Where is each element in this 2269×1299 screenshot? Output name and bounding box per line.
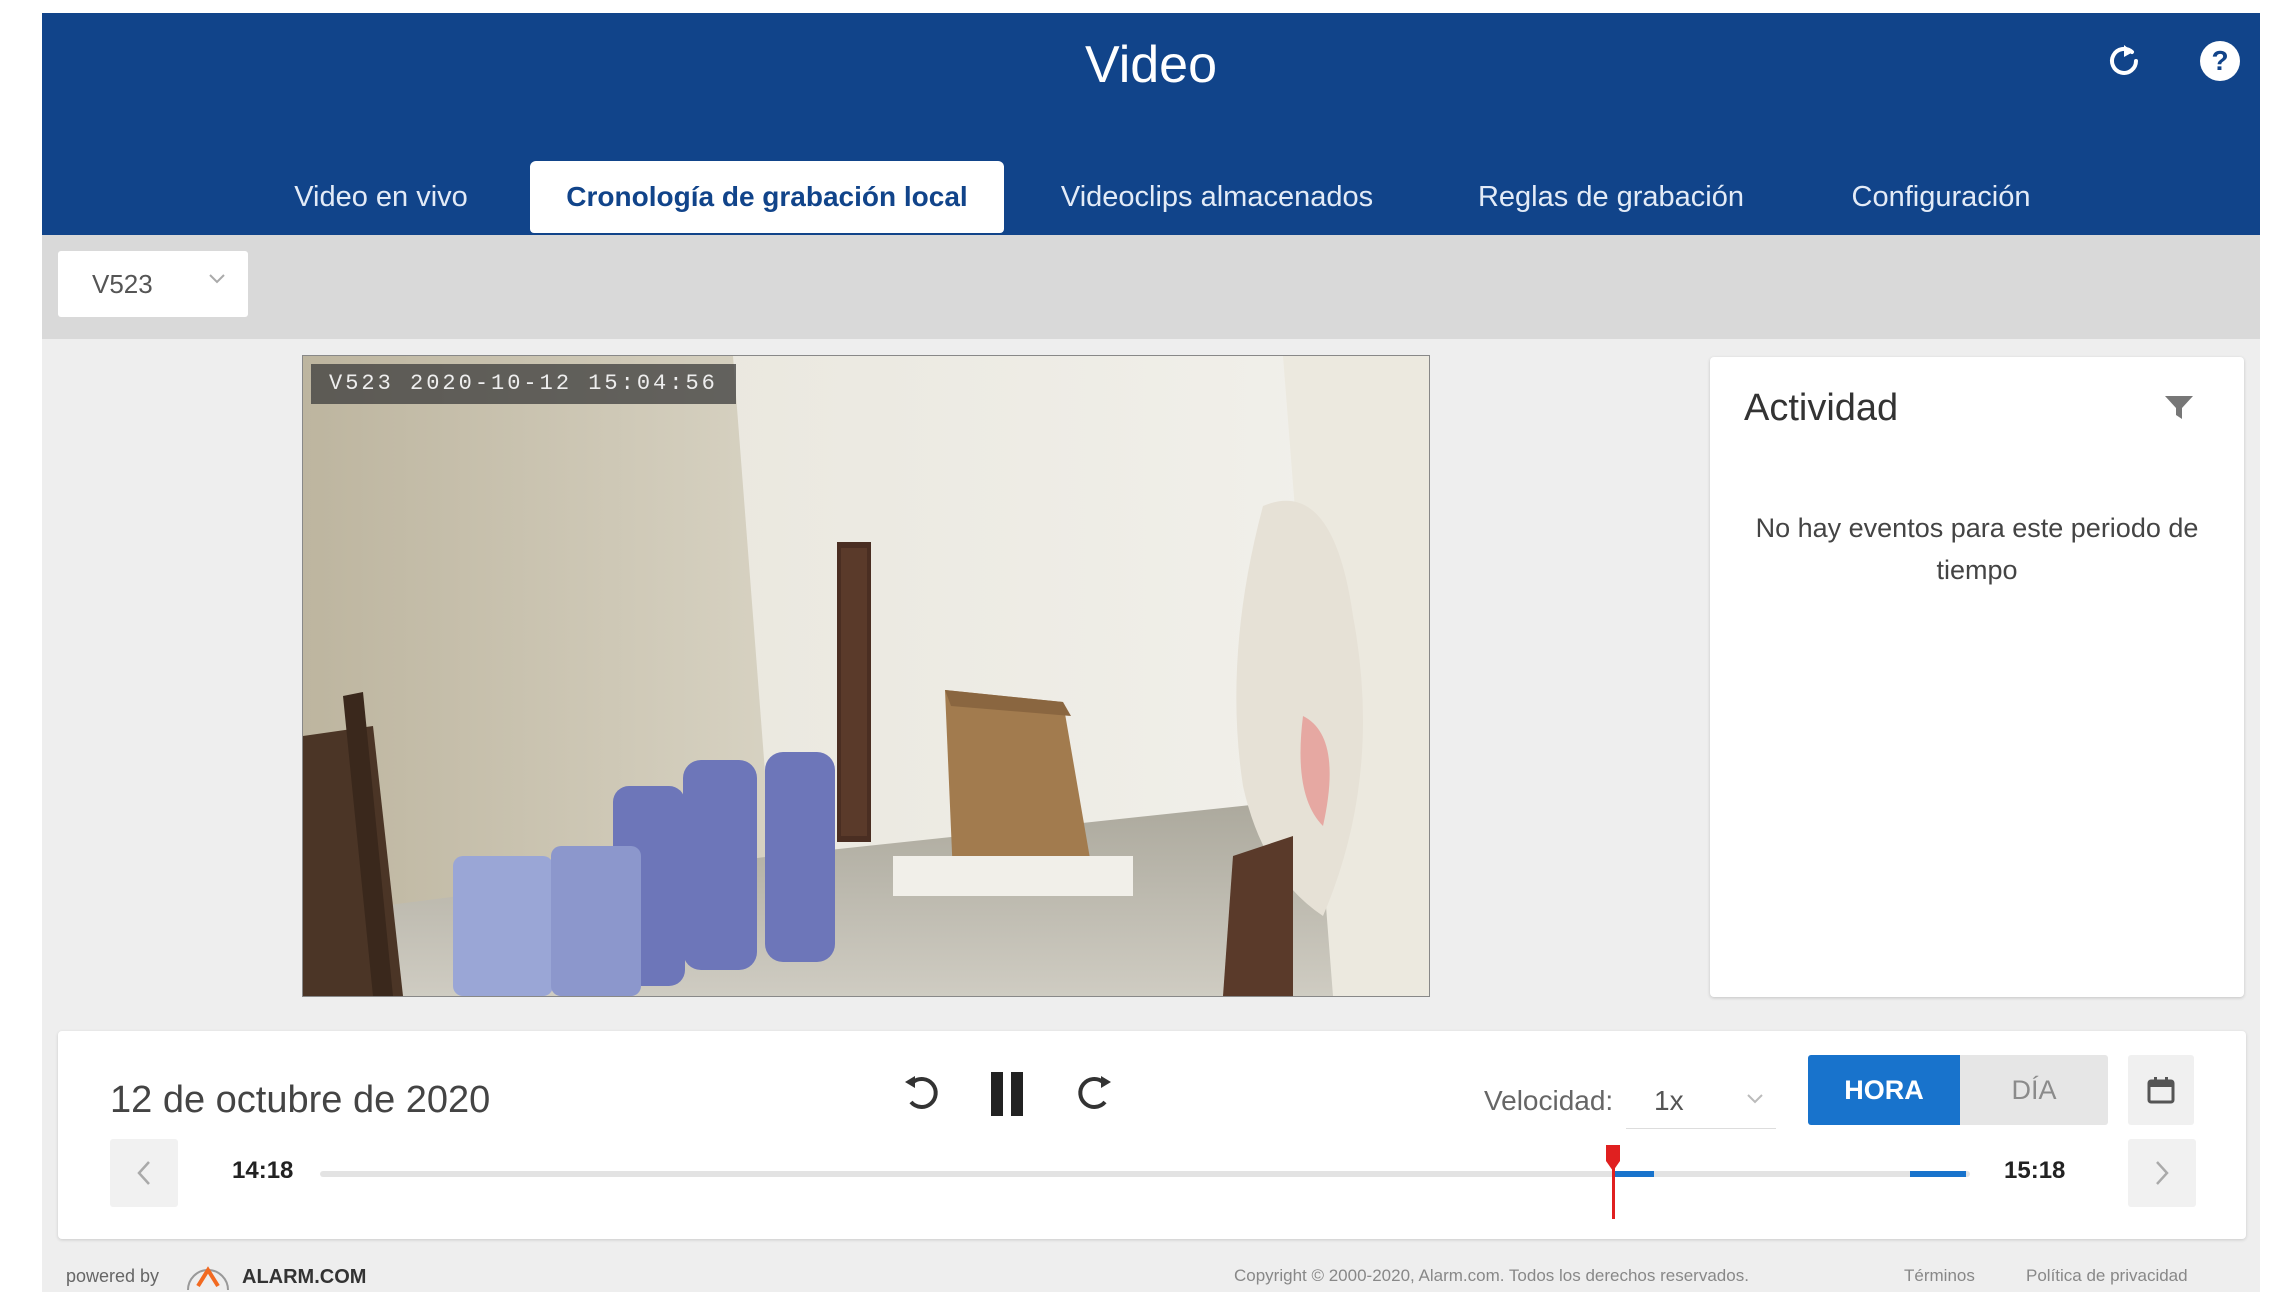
next-period-button[interactable] <box>2128 1139 2196 1207</box>
svg-text:?: ? <box>2211 45 2228 76</box>
day-view-button[interactable]: DÍA <box>1960 1055 2108 1125</box>
help-icon[interactable]: ? <box>2194 35 2246 87</box>
powered-by-label: powered by <box>66 1266 160 1286</box>
chevron-down-icon <box>1747 1094 1763 1104</box>
timeline-end-time: 15:18 <box>2004 1157 2066 1184</box>
activity-empty-message: No hay eventos para este periodo de tiem… <box>1755 513 2199 585</box>
timeline-start-time: 14:18 <box>232 1157 294 1184</box>
filter-icon[interactable] <box>2164 395 2194 421</box>
calendar-icon <box>2147 1077 2175 1104</box>
tab-settings[interactable]: Configuración <box>1822 161 2060 233</box>
tab-recording-rules[interactable]: Reglas de grabación <box>1466 161 1756 233</box>
hour-view-button[interactable]: HORA <box>1808 1055 1960 1125</box>
activity-panel: Actividad No hay eventos para este perio… <box>1710 357 2244 997</box>
timeline-track[interactable] <box>320 1171 1970 1177</box>
video-timestamp-overlay: V523 2020-10-12 15:04:56 <box>311 364 736 404</box>
video-frame-image <box>303 356 1429 996</box>
tab-local-recording-timeline[interactable]: Cronología de grabación local <box>530 161 1004 233</box>
logo-text: ALARM.COM <box>242 1266 366 1288</box>
playback-controls: 12 de octubre de 2020 Velocidad: 1x HORA… <box>58 1031 2246 1239</box>
app-window: Video ? Video en vivo Cronología de grab… <box>42 13 2260 1292</box>
refresh-icon[interactable] <box>2098 35 2150 87</box>
chevron-left-icon <box>137 1161 150 1185</box>
fast-forward-icon[interactable] <box>1062 1063 1124 1125</box>
tab-live-video[interactable]: Video en vivo <box>262 161 500 233</box>
speed-select[interactable]: 1x <box>1626 1073 1776 1129</box>
speed-label: Velocidad: <box>1484 1085 1614 1116</box>
terms-link[interactable]: Términos <box>1904 1266 1975 1286</box>
privacy-link[interactable]: Política de privacidad <box>2026 1266 2188 1286</box>
playhead-marker-icon[interactable] <box>1604 1143 1622 1173</box>
speed-select-value: 1x <box>1654 1085 1684 1116</box>
calendar-button[interactable] <box>2128 1055 2194 1125</box>
chevron-down-icon <box>209 274 225 284</box>
camera-select[interactable]: V523 <box>58 251 248 317</box>
copyright-text: Copyright © 2000-2020, Alarm.com. Todos … <box>1234 1266 1749 1285</box>
video-player[interactable]: V523 2020-10-12 15:04:56 <box>302 355 1430 997</box>
date-label: 12 de octubre de 2020 <box>110 1079 491 1121</box>
header-bar: Video ? Video en vivo Cronología de grab… <box>42 13 2260 235</box>
previous-period-button[interactable] <box>110 1139 178 1207</box>
chevron-right-icon <box>2156 1161 2169 1185</box>
rewind-icon[interactable] <box>892 1063 954 1125</box>
activity-title: Actividad <box>1744 387 1899 429</box>
camera-select-value: V523 <box>92 268 153 299</box>
recording-segment[interactable] <box>1910 1171 1966 1177</box>
tab-stored-clips[interactable]: Videoclips almacenados <box>1052 161 1382 233</box>
tab-bar: Video en vivo Cronología de grabación lo… <box>42 161 2260 235</box>
page-title: Video <box>1084 36 1218 94</box>
camera-bar: V523 <box>42 235 2260 339</box>
pause-icon[interactable] <box>976 1063 1038 1125</box>
alarm-com-logo: ALARM.COM <box>184 1254 434 1299</box>
